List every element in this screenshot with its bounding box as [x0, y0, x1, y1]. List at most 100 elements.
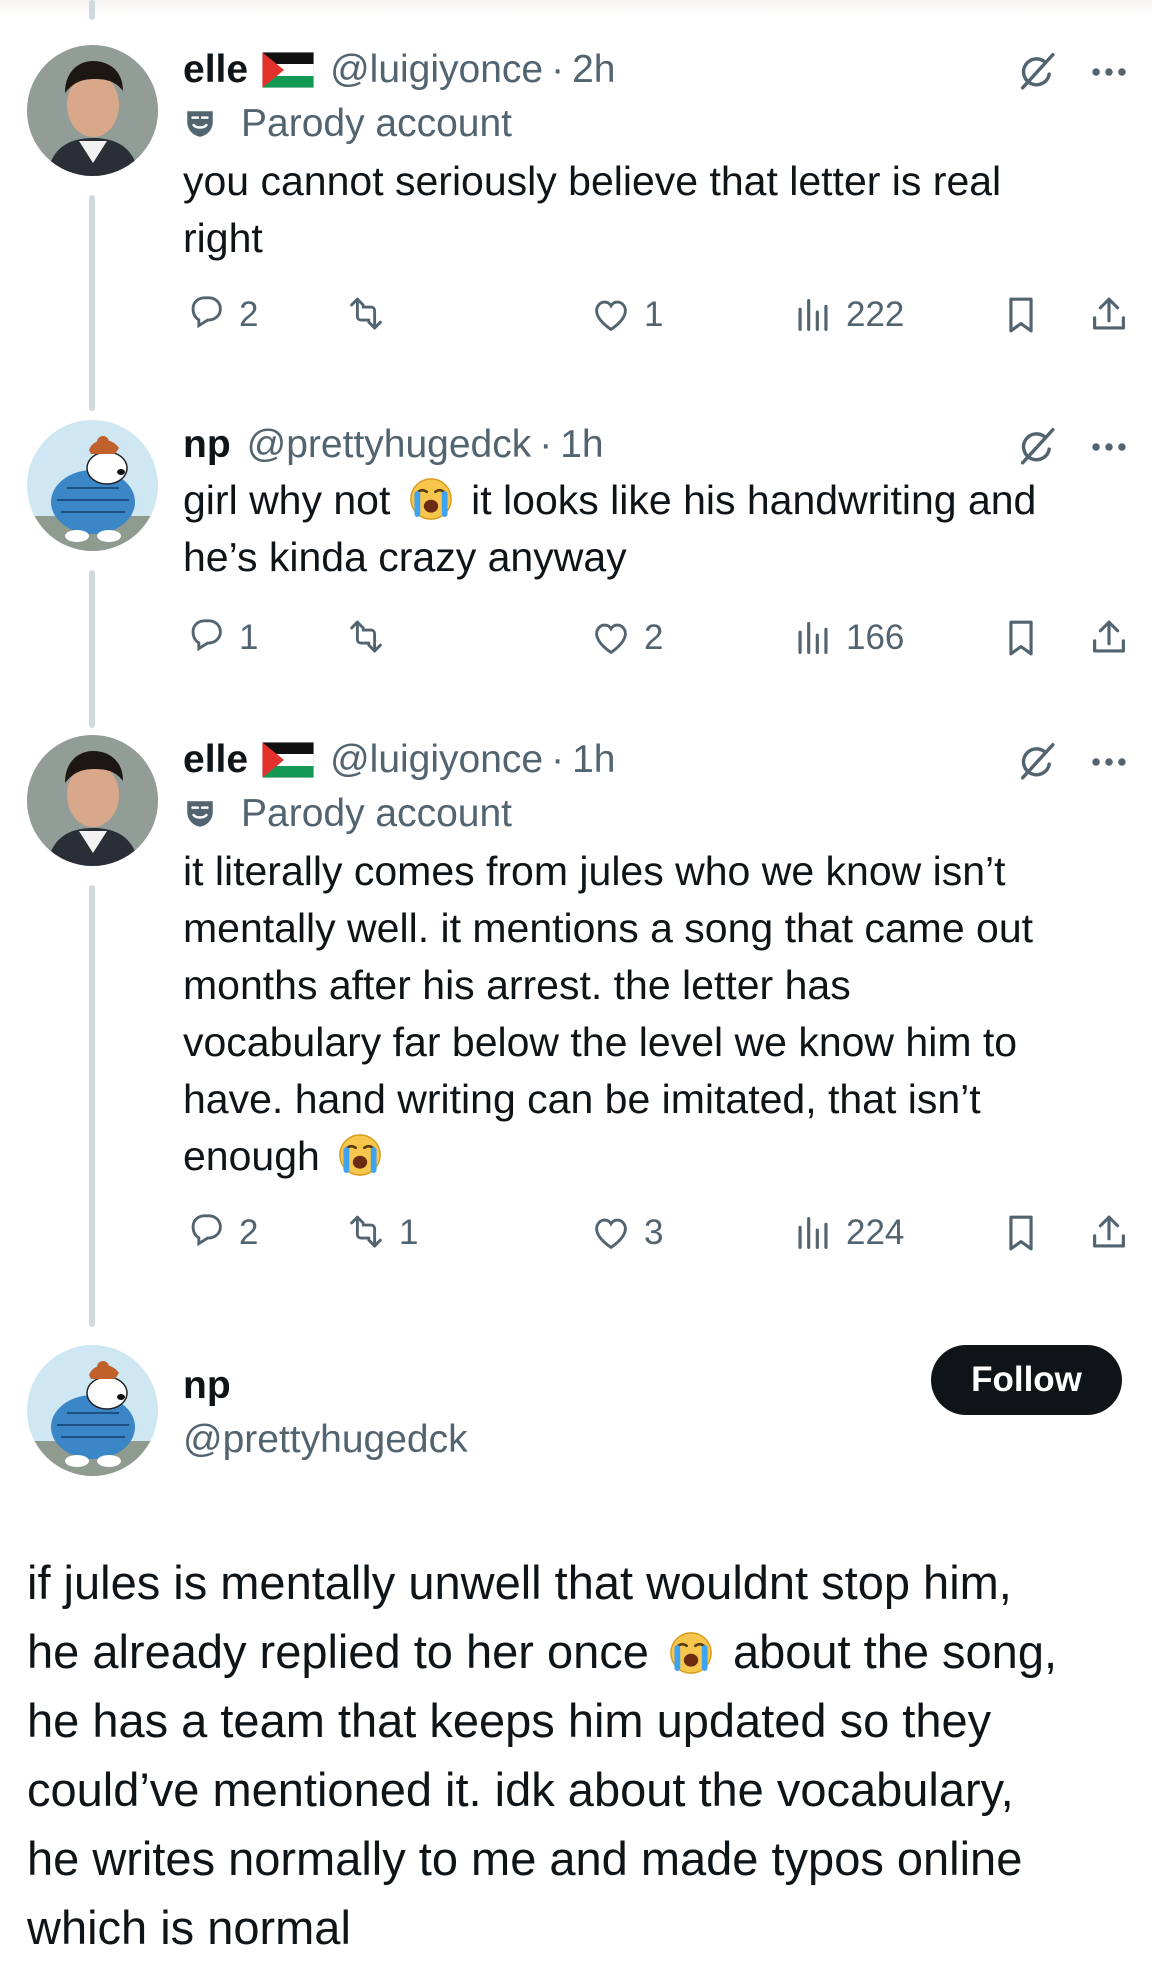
top-fade	[0, 0, 1152, 14]
text-line: he already replied to her once about the…	[27, 1617, 1137, 1686]
loudly-crying-emoji	[337, 1132, 383, 1178]
reply-count: 2	[239, 295, 259, 334]
avatar[interactable]	[27, 1345, 158, 1476]
like-count: 2	[644, 618, 664, 657]
avatar[interactable]	[27, 735, 158, 866]
tweet-text: it literally comes from jules who we kno…	[183, 843, 1132, 1185]
like-icon	[595, 300, 627, 331]
parody-text: Parody account	[241, 102, 513, 145]
follow-button[interactable]: Follow	[931, 1345, 1122, 1415]
action-bar: 1 2 166	[183, 608, 1132, 668]
bookmark-icon	[1009, 620, 1033, 656]
reply-button[interactable]: 2	[183, 285, 258, 345]
views-count: 224	[846, 1213, 905, 1252]
text-line: he’s kinda crazy anyway	[183, 534, 627, 580]
reply-icon	[191, 1214, 222, 1246]
repost-icon	[350, 297, 382, 330]
views-icon	[798, 1217, 828, 1249]
parody-label: Parody account	[183, 95, 1132, 153]
thread-line	[89, 885, 95, 1327]
separator-dot: ·	[539, 423, 553, 466]
more-icon[interactable]	[1086, 49, 1132, 95]
reply-icon	[191, 296, 222, 328]
grok-icon[interactable]	[1014, 49, 1060, 95]
display-name[interactable]: np	[183, 423, 231, 467]
text-fragment: girl why not	[183, 477, 402, 523]
handle[interactable]: @prettyhugedck	[247, 423, 532, 467]
text-line: which is normal	[27, 1901, 351, 1954]
tweet-text: you cannot seriously believe that letter…	[183, 153, 1132, 267]
share-icon	[1093, 620, 1125, 653]
views-button[interactable]: 166	[790, 608, 904, 668]
repost-count: 1	[399, 1213, 419, 1252]
share-button[interactable]	[1086, 285, 1142, 345]
thread-line	[89, 570, 95, 728]
like-icon	[595, 623, 627, 654]
timestamp[interactable]: 2h	[572, 48, 615, 92]
action-bar: 2 1 222	[183, 285, 1132, 345]
display-name[interactable]: elle	[183, 48, 248, 92]
text-fragment: he already replied to her once	[27, 1625, 662, 1678]
views-count: 222	[846, 295, 905, 334]
handle[interactable]: @luigiyonce	[330, 738, 543, 782]
text-line: right	[183, 215, 263, 261]
repost-button[interactable]: 1	[343, 1203, 418, 1263]
like-count: 3	[644, 1213, 664, 1252]
views-icon	[798, 622, 828, 654]
bookmark-button[interactable]	[998, 608, 1054, 668]
like-count: 1	[644, 295, 664, 334]
parody-mask-icon	[185, 799, 215, 829]
text-line: he writes normally to me and made typos …	[27, 1832, 1023, 1885]
text-fragment: about the song,	[719, 1625, 1058, 1678]
palestine-flag-icon	[262, 52, 315, 88]
repost-button[interactable]	[343, 285, 399, 345]
bookmark-button[interactable]	[998, 1203, 1054, 1263]
like-button[interactable]: 1	[588, 285, 663, 345]
timestamp[interactable]: 1h	[560, 423, 603, 467]
display-name[interactable]: np	[183, 1364, 231, 1408]
more-icon[interactable]	[1086, 739, 1132, 785]
reply-count: 2	[239, 1213, 259, 1252]
like-button[interactable]: 2	[588, 608, 663, 668]
reply-icon	[191, 619, 222, 651]
views-button[interactable]: 222	[790, 285, 904, 345]
bookmark-button[interactable]	[998, 285, 1054, 345]
repost-icon	[350, 1215, 382, 1248]
parody-text: Parody account	[241, 792, 513, 835]
more-icon[interactable]	[1086, 424, 1132, 470]
repost-button[interactable]	[343, 608, 399, 668]
share-button[interactable]	[1086, 608, 1142, 668]
parody-mask-icon	[185, 109, 215, 139]
views-button[interactable]: 224	[790, 1203, 904, 1263]
text-line: months after his arrest. the letter has	[183, 962, 851, 1008]
text-line: vocabulary far below the level we know h…	[183, 1019, 1018, 1065]
repost-icon	[350, 620, 382, 653]
display-name[interactable]: elle	[183, 738, 248, 782]
handle[interactable]: @luigiyonce	[330, 48, 543, 92]
text-line: have. hand writing can be imitated, that…	[183, 1076, 981, 1122]
tweet-text: girl why not it looks like his handwriti…	[183, 472, 1132, 586]
bookmark-icon	[1009, 1215, 1033, 1251]
reply-count: 1	[239, 618, 259, 657]
like-icon	[595, 1218, 627, 1249]
text-line: if jules is mentally unwell that wouldnt…	[27, 1556, 1012, 1609]
text-line: he has a team that keeps him updated so …	[27, 1694, 992, 1747]
reply-button[interactable]: 1	[183, 608, 258, 668]
loudly-crying-emoji	[668, 1630, 714, 1676]
like-button[interactable]: 3	[588, 1203, 663, 1263]
reply-button[interactable]: 2	[183, 1203, 258, 1263]
share-icon	[1093, 297, 1125, 330]
share-icon	[1093, 1215, 1125, 1248]
parody-label: Parody account	[183, 785, 1132, 843]
grok-icon[interactable]	[1014, 739, 1060, 785]
text-line: enough	[183, 1128, 1132, 1185]
handle[interactable]: @prettyhugedck	[183, 1418, 468, 1462]
main-post-text: if jules is mentally unwell that wouldnt…	[27, 1548, 1137, 1962]
text-line: girl why not it looks like his handwriti…	[183, 472, 1132, 529]
grok-icon[interactable]	[1014, 424, 1060, 470]
text-line: mentally well. it mentions a song that c…	[183, 905, 1034, 951]
avatar[interactable]	[27, 45, 158, 176]
avatar[interactable]	[27, 420, 158, 551]
share-button[interactable]	[1086, 1203, 1142, 1263]
timestamp[interactable]: 1h	[572, 738, 615, 782]
